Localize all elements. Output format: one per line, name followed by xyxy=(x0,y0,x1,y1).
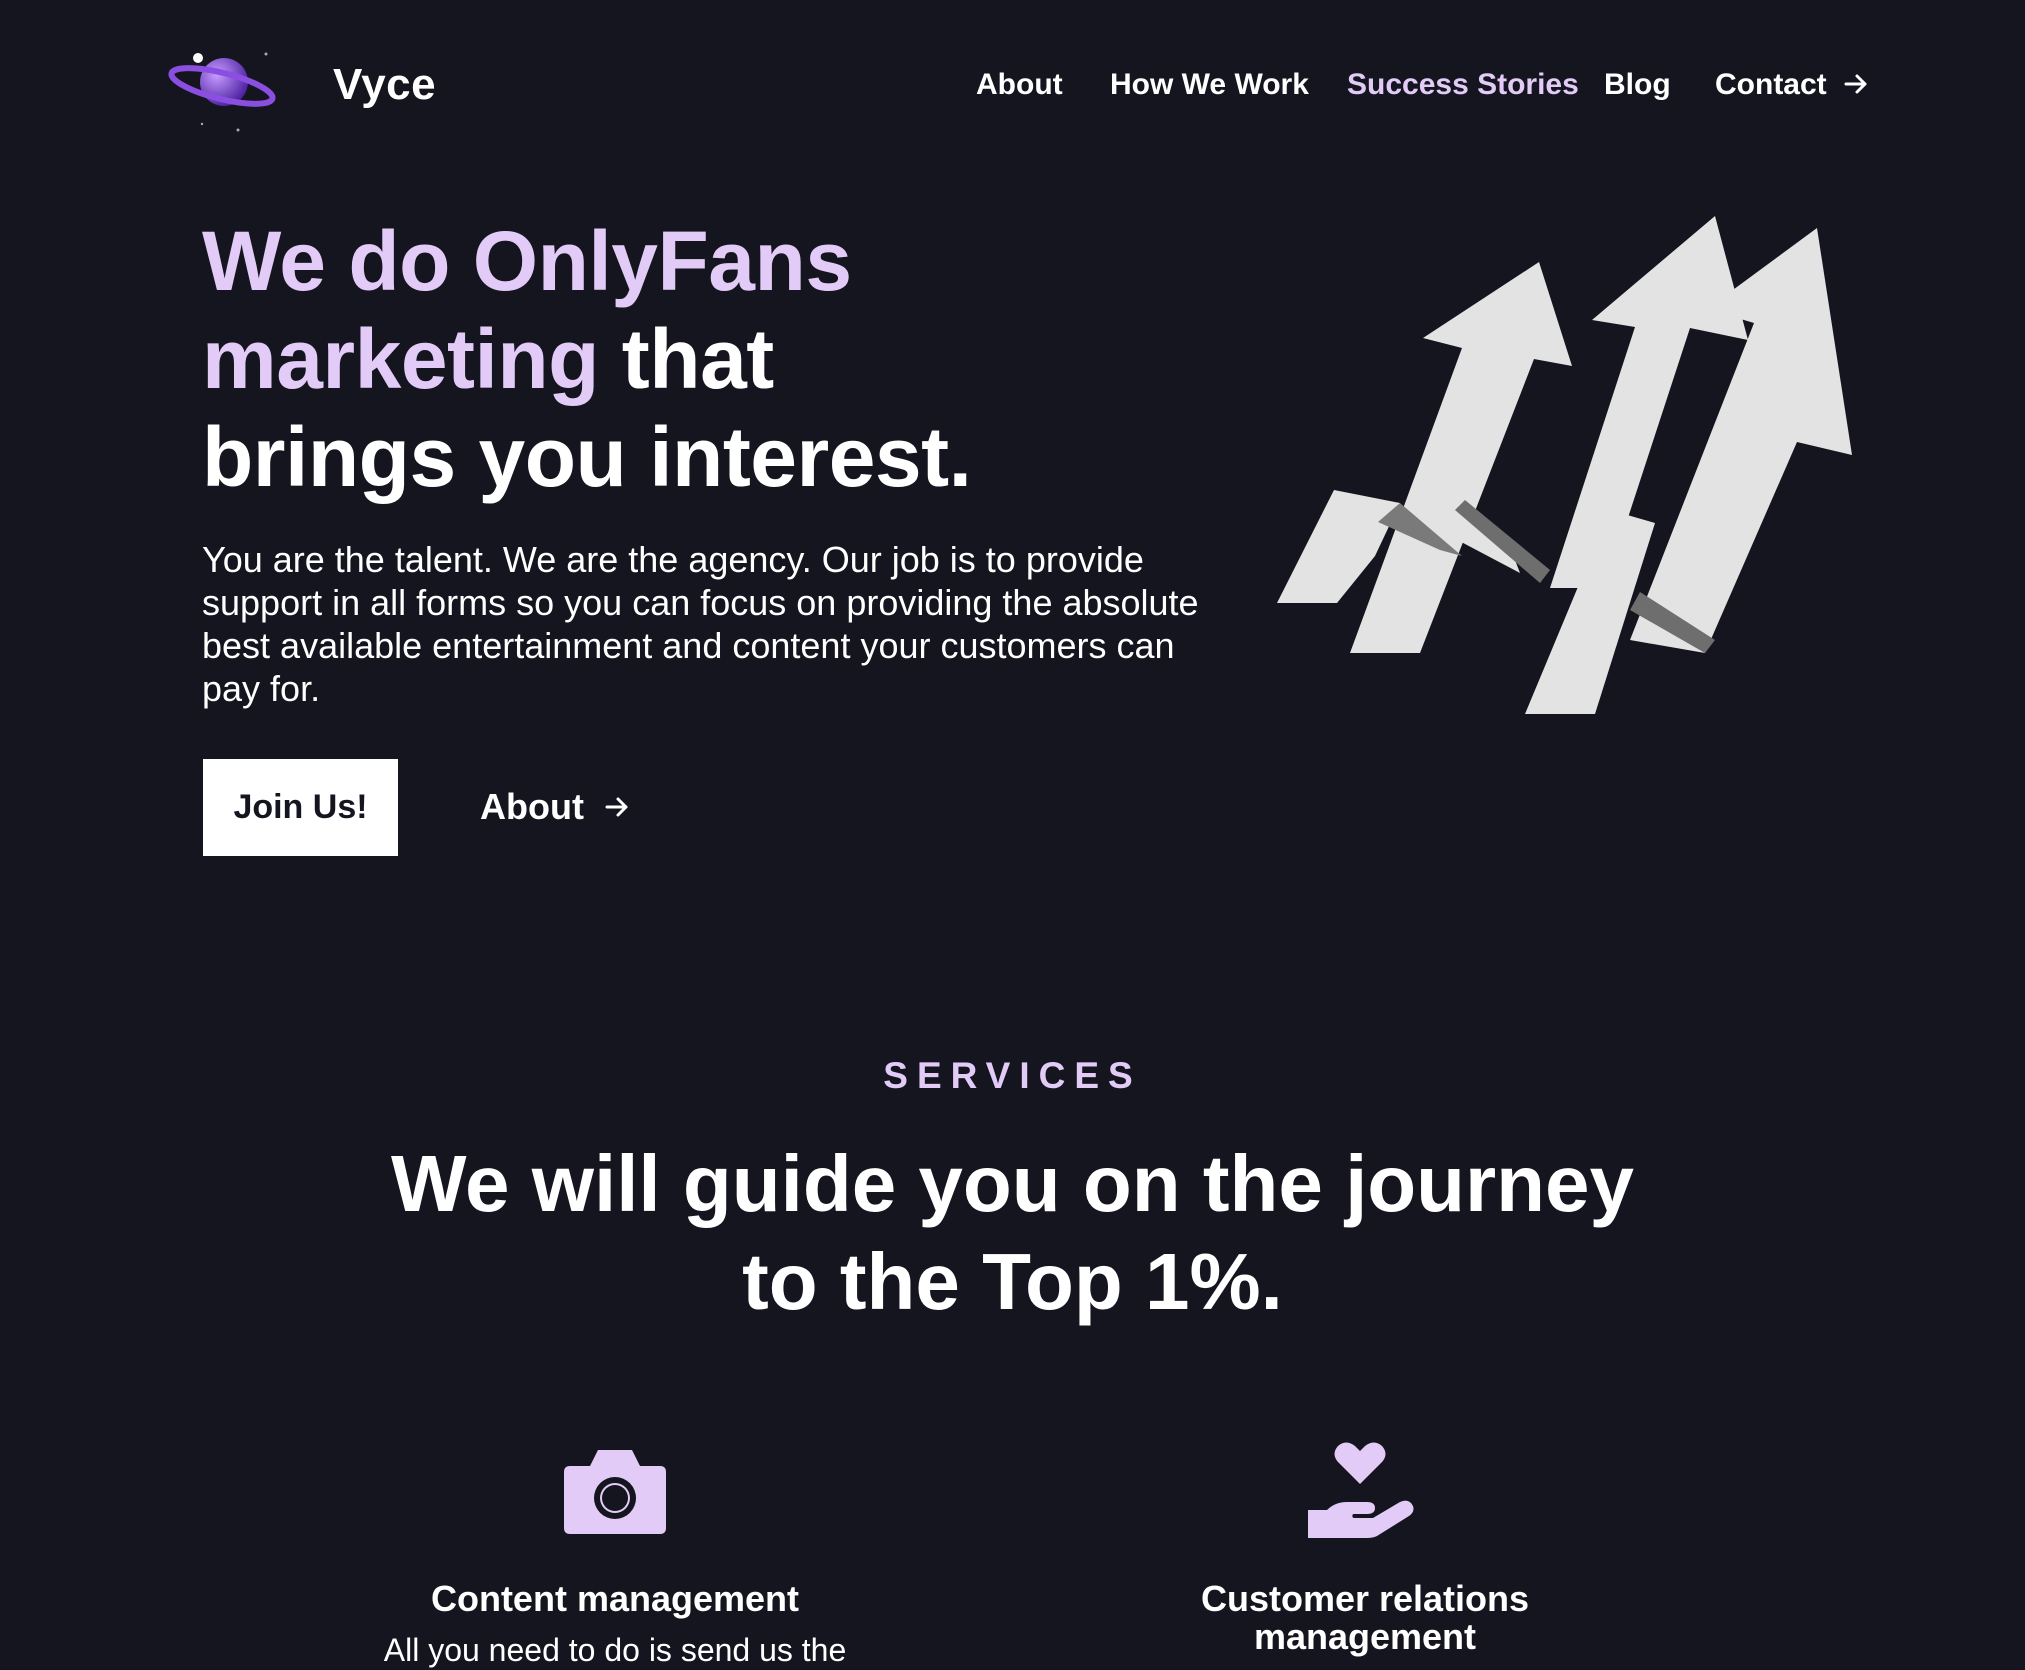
about-link-label: About xyxy=(480,786,584,827)
arrow-right-icon xyxy=(605,797,628,817)
hero-title: We do OnlyFans marketing that brings you… xyxy=(202,212,1102,506)
brand-name[interactable]: Vyce xyxy=(333,60,436,110)
join-us-button[interactable]: Join Us! xyxy=(203,759,398,856)
service-title-content-management: Content management xyxy=(430,1578,800,1619)
hero-title-rest-2: brings you interest. xyxy=(202,410,972,504)
brand-logo[interactable] xyxy=(168,42,278,137)
heart-hand-icon xyxy=(1308,1442,1414,1538)
hero-title-highlight-2: marketing xyxy=(202,312,599,406)
hero-title-highlight-1: We do OnlyFans xyxy=(202,214,852,308)
services-title: We will guide you on the journey to the … xyxy=(0,1135,2025,1331)
nav-about[interactable]: About xyxy=(976,68,1063,102)
hero-description: You are the talent. We are the agency. O… xyxy=(202,539,1199,709)
growth-arrows-icon xyxy=(1277,216,1852,714)
about-link[interactable]: About xyxy=(480,786,630,828)
services-eyebrow: SERVICES xyxy=(883,1055,1142,1096)
nav-success-stories[interactable]: Success Stories xyxy=(1347,68,1579,102)
service-desc-content-management: All you need to do is send us the xyxy=(383,1632,847,1668)
nav-blog[interactable]: Blog xyxy=(1604,68,1671,102)
nav-how-we-work[interactable]: How We Work xyxy=(1110,68,1309,102)
hero-title-rest-1: that xyxy=(598,312,774,406)
services-title-line-1: We will guide you on the journey xyxy=(390,1139,1635,1228)
camera-icon xyxy=(564,1450,666,1534)
service-title-customer-relations: Customer relations management xyxy=(1200,1578,1530,1657)
planet-icon xyxy=(168,52,276,132)
services-title-line-2: to the Top 1%. xyxy=(742,1237,1283,1326)
nav-contact[interactable]: Contact xyxy=(1715,68,1827,102)
arrow-right-icon[interactable] xyxy=(1842,70,1870,98)
